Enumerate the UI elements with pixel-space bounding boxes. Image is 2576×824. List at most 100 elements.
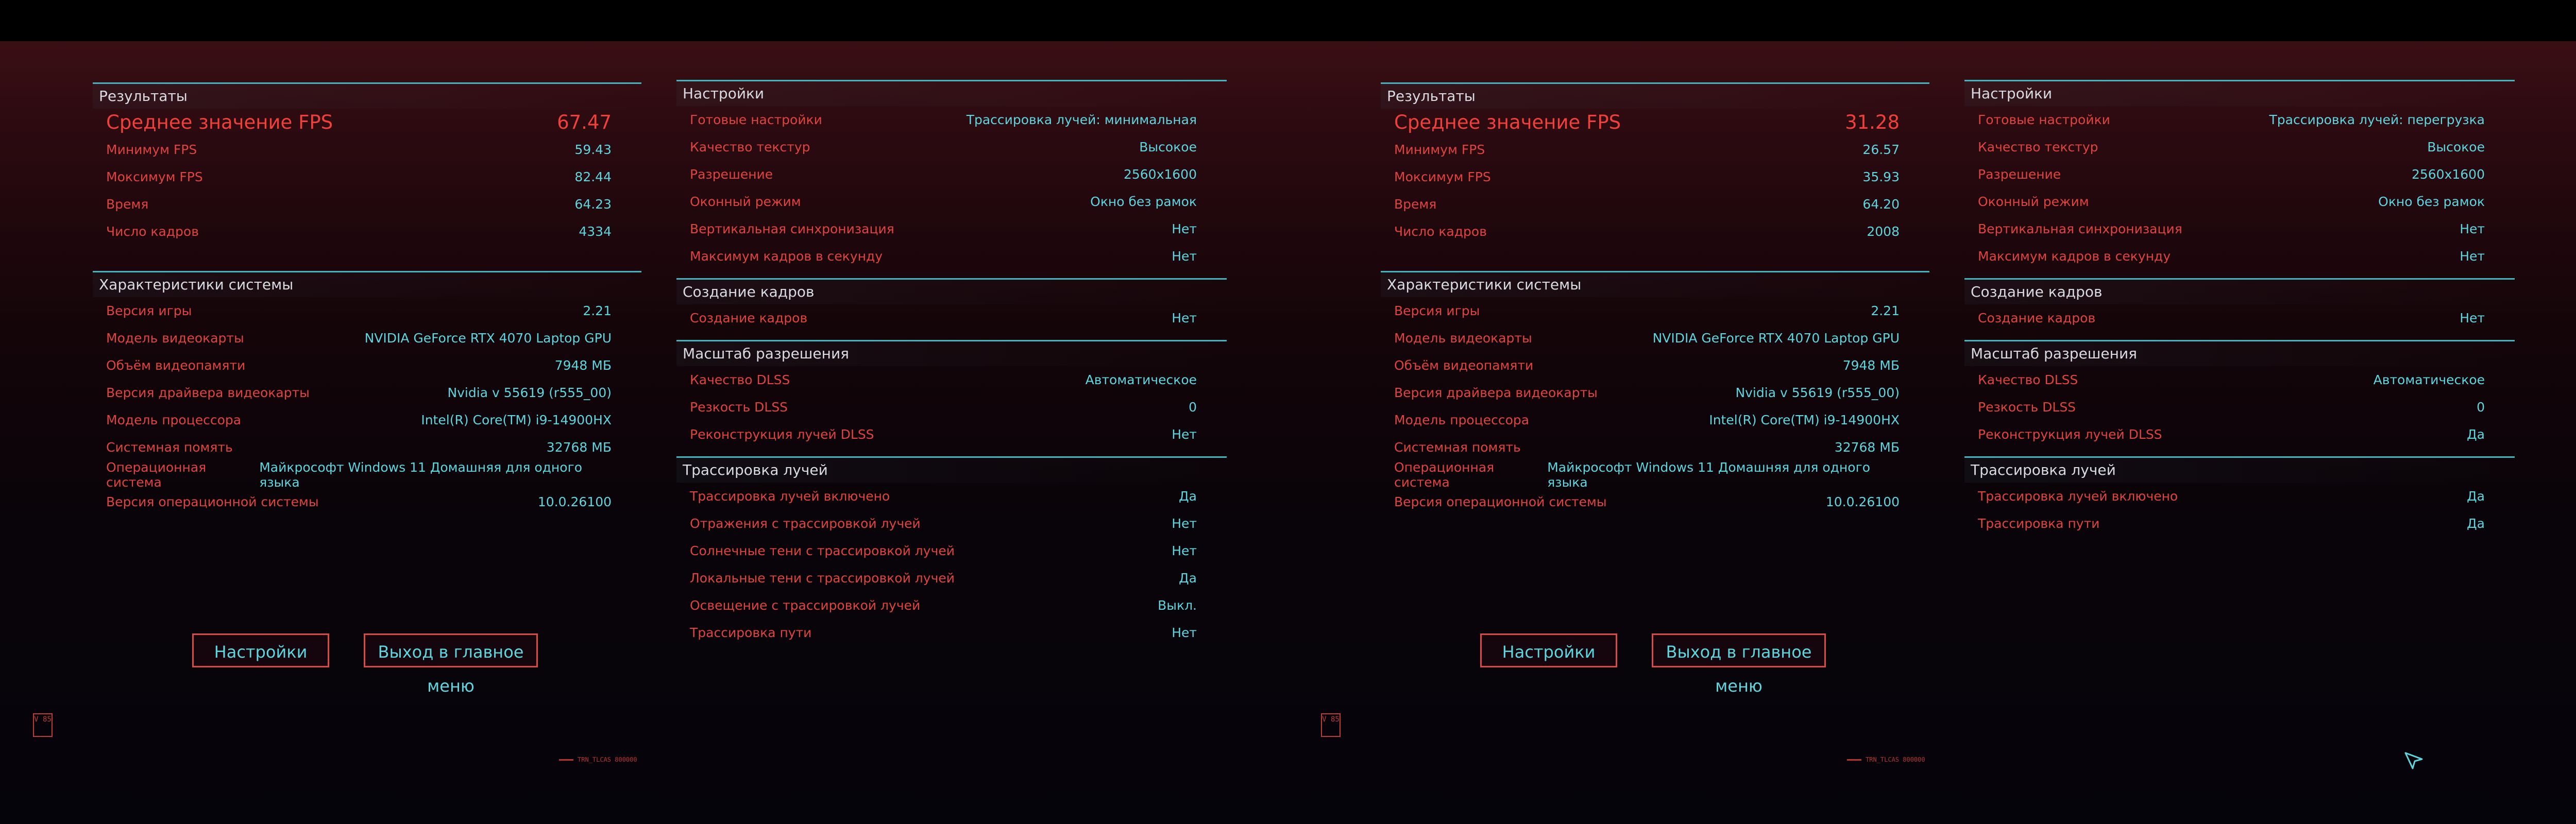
settings-button[interactable]: Настройки xyxy=(1480,633,1617,667)
results-row-value: 64.23 xyxy=(574,197,612,212)
scale-row-label: Качество DLSS xyxy=(690,372,790,387)
system-row: Операционная система Майкрософт Windows 1… xyxy=(93,459,641,490)
system-row: Версия драйвера видеокарты Nvidia v 55619… xyxy=(93,379,641,406)
rt-row-label: Отражения с трассировкой лучей xyxy=(690,516,921,531)
benchmark-screen: Результаты Среднее значение FPS 31.28 Миним… xyxy=(1288,0,2576,824)
settings-row-label: Качество текстур xyxy=(1978,140,2098,154)
settings-row: Максимум кадров в секунду Нет xyxy=(676,243,1227,270)
settings-section: Настройки Готовые настройки Трассировка лу… xyxy=(676,80,1227,270)
system-row-value: NVIDIA GeForce RTX 4070 Laptop GPU xyxy=(364,331,612,346)
system-row-label: Модель видеокарты xyxy=(1394,331,1532,346)
results-section: Результаты Среднее значение FPS 67.47 Миним… xyxy=(93,82,641,245)
settings-button[interactable]: Настройки xyxy=(192,633,329,667)
results-row: Моксимум FPS 82.44 xyxy=(93,163,641,191)
scale-row-label: Резкость DLSS xyxy=(1978,400,2076,415)
system-title: Характеристики системы xyxy=(1381,272,1929,297)
exit-to-main-menu-button[interactable]: Выход в главное меню xyxy=(364,633,538,696)
settings-row: Качество текстур Высокое xyxy=(1964,133,2515,161)
scale-section: Масштаб разрешения Качество DLSS Автоматич… xyxy=(676,340,1227,448)
results-row-label: Моксимум FPS xyxy=(106,169,203,184)
results-row-value: 2008 xyxy=(1867,224,1900,239)
rt-section: Трассировка лучей Трассировка лучей включ… xyxy=(676,456,1227,646)
settings-row-value: 2560x1600 xyxy=(1123,167,1197,182)
system-section: Характеристики системы Версия игры 2.21 Мод… xyxy=(93,271,641,516)
rt-row-label: Трассировка пути xyxy=(1978,516,2100,531)
rt-title: Трассировка лучей xyxy=(1964,458,2515,483)
scale-row: Качество DLSS Автоматическое xyxy=(1964,366,2515,393)
settings-row: Вертикальная синхронизация Нет xyxy=(1964,215,2515,243)
results-row-label: Моксимум FPS xyxy=(1394,169,1491,184)
system-title: Характеристики системы xyxy=(93,272,641,297)
system-row-value: 7948 МБ xyxy=(1842,358,1900,373)
settings-row: Разрешение 2560x1600 xyxy=(676,161,1227,188)
footer-logo-icon: V 85 xyxy=(1321,713,1341,737)
right-column: Настройки Готовые настройки Трассировка лу… xyxy=(676,80,1227,646)
results-title: Результаты xyxy=(1381,84,1929,109)
scale-row-value: Автоматическое xyxy=(2373,372,2485,387)
rt-row-value: Выкл. xyxy=(1158,598,1197,613)
rt-row: Локальные тени с трассировкой лучей Да xyxy=(676,564,1227,592)
rt-row-value: Нет xyxy=(1172,625,1197,640)
scale-row-value: 0 xyxy=(2477,400,2485,415)
settings-row-label: Оконный режим xyxy=(1978,194,2089,209)
settings-title: Настройки xyxy=(1964,81,2515,106)
footer-tag: TRN_TLCAS 800000 xyxy=(559,756,637,763)
settings-row-label: Максимум кадров в секунду xyxy=(1978,249,2171,264)
settings-row-label: Готовые настройки xyxy=(1978,112,2110,127)
results-row: Время 64.20 xyxy=(1381,191,1929,218)
frames-section: Создание кадров Создание кадров Нет xyxy=(676,278,1227,332)
scale-row-value: Нет xyxy=(1172,427,1197,442)
settings-row: Вертикальная синхронизация Нет xyxy=(676,215,1227,243)
rt-section: Трассировка лучей Трассировка лучей включ… xyxy=(1964,456,2515,537)
settings-row-value: Высокое xyxy=(2427,140,2485,154)
rt-row-value: Да xyxy=(1179,489,1197,504)
avg-fps-value: 31.28 xyxy=(1845,111,1900,133)
rt-row: Трассировка пути Да xyxy=(1964,510,2515,537)
results-row: Минимум FPS 59.43 xyxy=(93,136,641,163)
frames-row-label: Создание кадров xyxy=(690,311,808,325)
left-column: Результаты Среднее значение FPS 67.47 Миним… xyxy=(93,82,641,516)
system-row-label: Системная помять xyxy=(1394,440,1521,455)
rt-row-label: Трассировка лучей включено xyxy=(1978,489,2178,504)
system-row-value: Майкрософт Windows 11 Домашняя для одног… xyxy=(259,459,583,490)
scale-row: Реконструкция лучей DLSS Нет xyxy=(676,421,1227,448)
system-row-label: Модель видеокарты xyxy=(106,331,244,346)
rt-row: Солнечные тени с трассировкой лучей Нет xyxy=(676,537,1227,564)
avg-fps-value: 67.47 xyxy=(557,111,612,133)
settings-row-value: Нет xyxy=(1172,221,1197,236)
system-row-value: Nvidia v 55619 (r555_00) xyxy=(1735,385,1900,400)
rt-row-value: Да xyxy=(2467,516,2485,531)
system-row: Системная помять 32768 МБ xyxy=(93,434,641,461)
scale-title: Масштаб разрешения xyxy=(1964,341,2515,366)
results-row: Моксимум FPS 35.93 xyxy=(1381,163,1929,191)
system-row: Модель видеокарты NVIDIA GeForce RTX 4070… xyxy=(93,324,641,352)
system-row: Версия игры 2.21 xyxy=(1381,297,1929,324)
avg-fps-label: Среднее значение FPS xyxy=(106,111,333,133)
rt-title: Трассировка лучей xyxy=(676,458,1227,483)
system-section: Характеристики системы Версия игры 2.21 Мод… xyxy=(1381,271,1929,516)
mouse-cursor-icon xyxy=(2404,752,2423,769)
settings-row-value: Трассировка лучей: перегрузка xyxy=(2269,112,2485,127)
settings-row: Оконный режим Окно без рамок xyxy=(1964,188,2515,215)
system-row: Операционная система Майкрософт Windows 1… xyxy=(1381,460,1929,490)
settings-row-value: Окно без рамок xyxy=(1090,194,1197,209)
avg-fps-row: Среднее значение FPS 31.28 xyxy=(1381,109,1929,136)
exit-to-main-menu-button[interactable]: Выход в главное меню xyxy=(1652,633,1826,696)
system-row-label: Версия операционной системы xyxy=(106,494,319,509)
scale-row: Реконструкция лучей DLSS Да xyxy=(1964,421,2515,448)
scale-section: Масштаб разрешения Качество DLSS Автоматич… xyxy=(1964,340,2515,448)
settings-row-label: Вертикальная синхронизация xyxy=(1978,221,2182,236)
rt-row: Трассировка лучей включено Да xyxy=(1964,483,2515,510)
rt-row: Трассировка лучей включено Да xyxy=(676,483,1227,510)
settings-row-label: Разрешение xyxy=(690,167,773,182)
system-row-label: Объём видеопамяти xyxy=(106,358,246,373)
system-row-label: Модель процессора xyxy=(1394,413,1530,427)
results-row: Время 64.23 xyxy=(93,191,641,218)
system-row-label: Объём видеопамяти xyxy=(1394,358,1534,373)
settings-row: Готовые настройки Трассировка лучей: пере… xyxy=(1964,106,2515,133)
system-row-value: NVIDIA GeForce RTX 4070 Laptop GPU xyxy=(1652,331,1900,346)
frames-row-value: Нет xyxy=(2460,311,2485,325)
avg-fps-label: Среднее значение FPS xyxy=(1394,111,1621,133)
system-row: Объём видеопамяти 7948 МБ xyxy=(93,352,641,379)
system-row-value: 7948 МБ xyxy=(554,358,612,373)
